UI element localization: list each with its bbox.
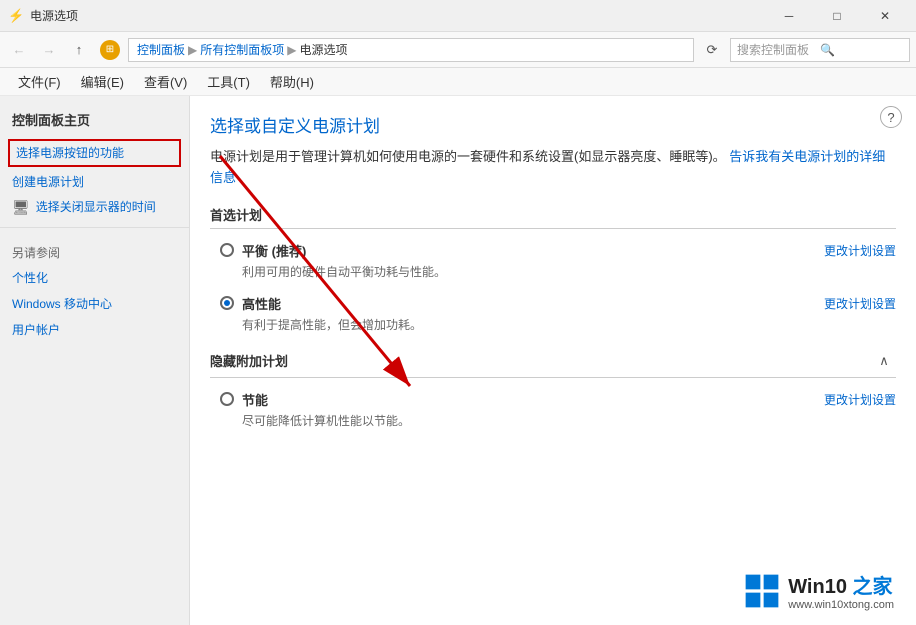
content-title: 选择或自定义电源计划	[210, 112, 896, 137]
back-button[interactable]: ←	[6, 37, 32, 63]
plan-balanced-name: 平衡 (推荐)	[242, 241, 306, 260]
breadcrumb-controlpanel[interactable]: 控制面板	[137, 41, 185, 58]
plan-power-saver-name: 节能	[242, 390, 268, 409]
plan-high-performance: 高性能 更改计划设置 有利于提高性能，但会增加功耗。	[210, 294, 896, 333]
plan-high-performance-desc: 有利于提高性能，但会增加功耗。	[220, 316, 896, 333]
hidden-section-header: 隐藏附加计划 ∧	[210, 349, 896, 378]
addressbar: ← → ↑ ⊞ 控制面板 ▶ 所有控制面板项 ▶ 电源选项 ⟳ 搜索控制面板 🔍	[0, 32, 916, 68]
watermark: Win10 之家 www.win10xtong.com	[736, 566, 902, 615]
sidebar-item-display-wrapper: 🖥 选择关闭显示器的时间	[0, 195, 189, 219]
search-icon: 🔍	[820, 43, 903, 57]
plan-power-saver: 节能 更改计划设置 尽可能降低计算机性能以节能。	[210, 390, 896, 429]
menu-tools[interactable]: 工具(T)	[197, 69, 260, 94]
watermark-title: Win10 之家	[788, 570, 894, 599]
hidden-section-label: 隐藏附加计划	[210, 351, 288, 370]
watermark-highlight: 之家	[853, 576, 893, 598]
menu-edit[interactable]: 编辑(E)	[71, 69, 134, 94]
windows-icon: ⊞	[100, 40, 120, 60]
content-desc-text: 电源计划是用于管理计算机如何使用电源的一套硬件和系统设置(如显示器亮度、睡眠等)…	[210, 149, 726, 164]
main-layout: 控制面板主页 选择电源按钮的功能 创建电源计划 🖥 选择关闭显示器的时间 另请参…	[0, 96, 916, 625]
plan-high-performance-action[interactable]: 更改计划设置	[824, 295, 896, 312]
plan-balanced: 平衡 (推荐) 更改计划设置 利用可用的硬件自动平衡功耗与性能。	[210, 241, 896, 280]
sidebar-item-personalization[interactable]: 个性化	[0, 265, 189, 291]
content-area: ? 选择或自定义电源计划 电源计划是用于管理计算机如何使用电源的一套硬件和系统设…	[190, 96, 916, 625]
plan-high-performance-label-row: 高性能 更改计划设置	[220, 294, 896, 313]
titlebar: ⚡ 电源选项 ─ □ ✕	[0, 0, 916, 32]
breadcrumb-current: 电源选项	[300, 41, 348, 58]
plan-balanced-action[interactable]: 更改计划设置	[824, 242, 896, 259]
maximize-button[interactable]: □	[814, 0, 860, 32]
sidebar-item-select-display[interactable]: 选择关闭显示器的时间	[36, 198, 156, 216]
breadcrumb-sep2: ▶	[287, 43, 296, 57]
windows-logo	[744, 573, 780, 609]
plan-balanced-desc: 利用可用的硬件自动平衡功耗与性能。	[220, 263, 896, 280]
sidebar-also-see-title: 另请参阅	[0, 236, 189, 265]
refresh-button[interactable]: ⟳	[700, 38, 724, 62]
hidden-plans-section: 隐藏附加计划 ∧ 节能 更改计划设置 尽可能降低计算机性能以节能。	[210, 349, 896, 429]
sidebar-item-create-plan[interactable]: 创建电源计划	[0, 169, 189, 195]
featured-plans-label: 首选计划	[210, 208, 262, 223]
menu-view[interactable]: 查看(V)	[134, 69, 197, 94]
titlebar-title: 电源选项	[30, 7, 766, 24]
plan-high-performance-name: 高性能	[242, 294, 281, 313]
close-button[interactable]: ✕	[862, 0, 908, 32]
hidden-section-toggle[interactable]: ∧	[872, 349, 896, 373]
plan-power-saver-desc: 尽可能降低计算机性能以节能。	[220, 412, 896, 429]
watermark-url: www.win10xtong.com	[788, 599, 894, 611]
titlebar-icon: ⚡	[8, 8, 24, 24]
breadcrumb-allitems[interactable]: 所有控制面板项	[200, 41, 284, 58]
search-placeholder: 搜索控制面板	[737, 41, 820, 58]
sidebar-divider	[0, 227, 189, 228]
menu-help[interactable]: 帮助(H)	[260, 69, 324, 94]
sidebar-item-windows-mobile[interactable]: Windows 移动中心	[0, 291, 189, 317]
plan-balanced-label-row: 平衡 (推荐) 更改计划设置	[220, 241, 896, 260]
up-button[interactable]: ↑	[66, 37, 92, 63]
plan-power-saver-radio[interactable]	[220, 392, 234, 406]
menu-file[interactable]: 文件(F)	[8, 69, 71, 94]
forward-button[interactable]: →	[36, 37, 62, 63]
plan-power-saver-action[interactable]: 更改计划设置	[824, 391, 896, 408]
content-description: 电源计划是用于管理计算机如何使用电源的一套硬件和系统设置(如显示器亮度、睡眠等)…	[210, 147, 896, 189]
menubar: 文件(F) 编辑(E) 查看(V) 工具(T) 帮助(H)	[0, 68, 916, 96]
plan-power-saver-label-row: 节能 更改计划设置	[220, 390, 896, 409]
plan-high-performance-radio[interactable]	[220, 296, 234, 310]
watermark-text: Win10 之家 www.win10xtong.com	[788, 570, 894, 611]
monitor-icon: 🖥	[12, 199, 30, 216]
sidebar-item-power-button[interactable]: 选择电源按钮的功能	[8, 139, 181, 167]
plan-balanced-radio[interactable]	[220, 243, 234, 257]
featured-plans-header: 首选计划	[210, 205, 896, 229]
help-icon[interactable]: ?	[880, 106, 902, 128]
minimize-button[interactable]: ─	[766, 0, 812, 32]
sidebar-item-user-accounts[interactable]: 用户帐户	[0, 317, 189, 343]
search-box[interactable]: 搜索控制面板 🔍	[730, 38, 910, 62]
titlebar-controls: ─ □ ✕	[766, 0, 908, 32]
breadcrumb-sep1: ▶	[188, 43, 197, 57]
sidebar-title: 控制面板主页	[0, 106, 189, 137]
address-path[interactable]: 控制面板 ▶ 所有控制面板项 ▶ 电源选项	[128, 38, 694, 62]
sidebar: 控制面板主页 选择电源按钮的功能 创建电源计划 🖥 选择关闭显示器的时间 另请参…	[0, 96, 190, 625]
